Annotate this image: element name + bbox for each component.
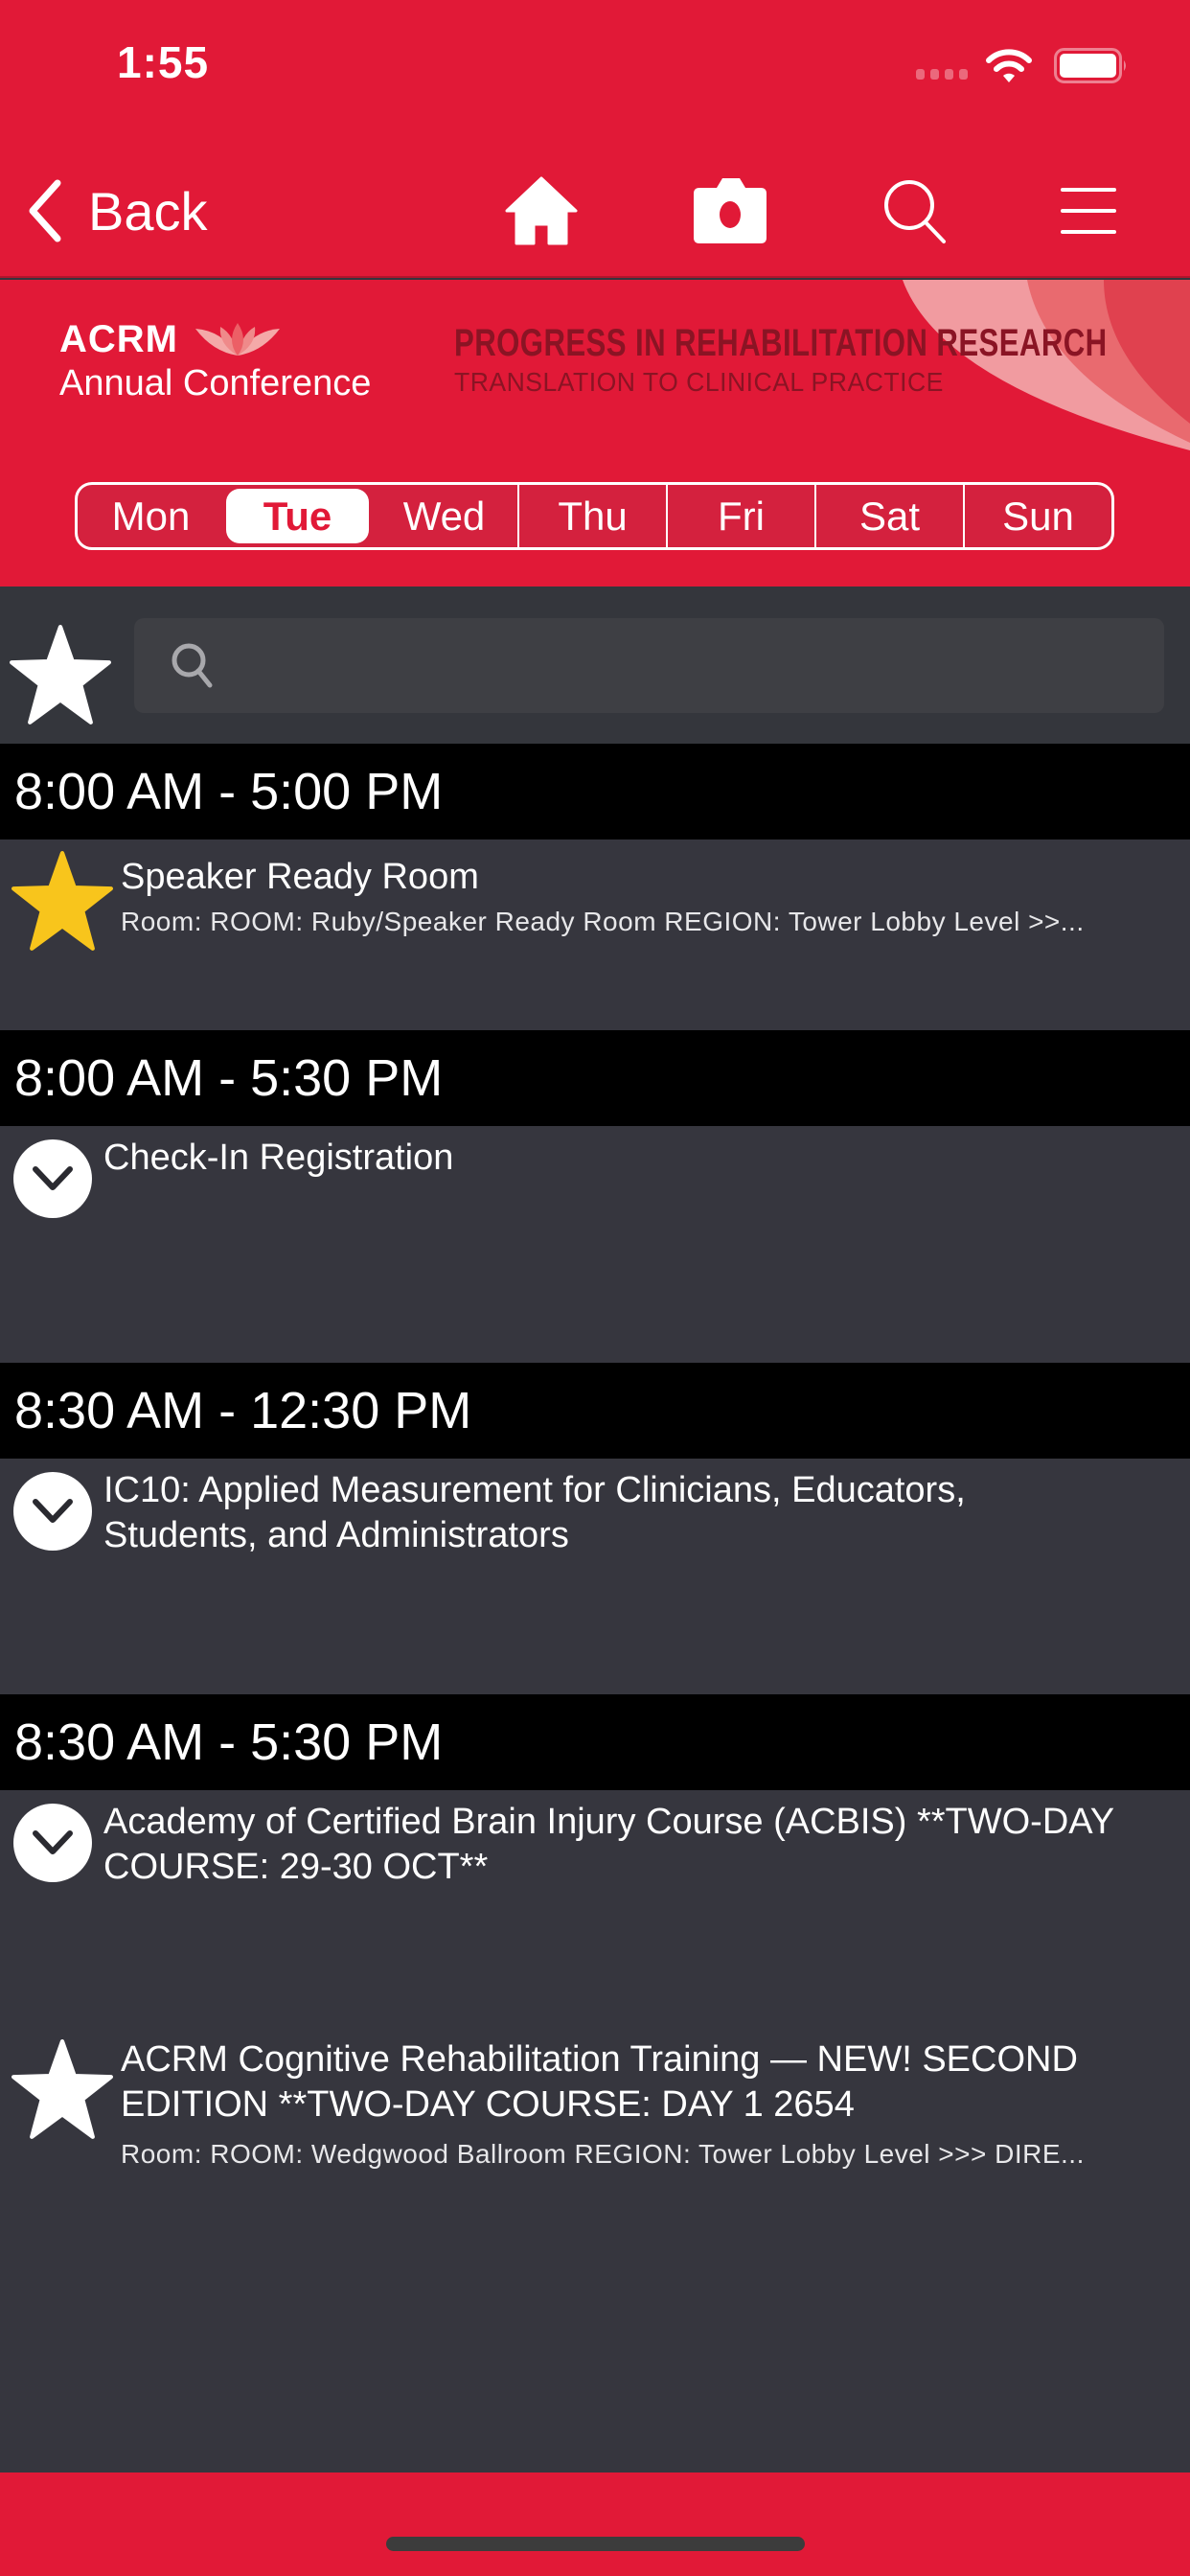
session-title: Check-In Registration xyxy=(103,1138,454,1178)
session-title: IC10: Applied Measurement for Clinicians… xyxy=(103,1470,966,1555)
day-tab-tue[interactable]: Tue xyxy=(224,485,371,547)
day-selector-area: Mon Tue Wed Thu Fri Sat Sun xyxy=(0,450,1190,586)
day-tab-sat[interactable]: Sat xyxy=(814,485,963,547)
search-icon xyxy=(884,180,946,243)
acrm-logo: ACRM Annual Conference xyxy=(59,318,371,404)
day-tab-mon[interactable]: Mon xyxy=(78,485,224,547)
expand-button[interactable] xyxy=(13,1472,92,1551)
session-title: ACRM Cognitive Rehabilitation Training —… xyxy=(121,2039,1078,2125)
filter-row xyxy=(0,586,1190,744)
search-icon xyxy=(172,643,213,688)
day-tab-thu[interactable]: Thu xyxy=(517,485,666,547)
day-selector: Mon Tue Wed Thu Fri Sat Sun xyxy=(75,482,1114,550)
star-outline-icon[interactable] xyxy=(11,2039,113,2141)
session-row[interactable]: Speaker Ready Room Room: ROOM: Ruby/Spea… xyxy=(0,840,1190,1030)
session-row[interactable]: ACRM Cognitive Rehabilitation Training —… xyxy=(0,2020,1190,2474)
chevron-down-icon xyxy=(33,1166,73,1190)
camera-icon xyxy=(694,178,767,243)
lotus-icon xyxy=(195,322,281,356)
home-indicator[interactable] xyxy=(386,2537,805,2551)
conference-tagline: PROGRESS IN REHABILITATION RESEARCH TRAN… xyxy=(454,322,1190,398)
time-header: 8:00 AM - 5:00 PM xyxy=(0,744,1190,840)
menu-button[interactable] xyxy=(1046,172,1133,249)
expand-button[interactable] xyxy=(13,1139,92,1218)
session-row[interactable]: IC10: Applied Measurement for Clinicians… xyxy=(0,1459,1190,1694)
nav-bar: Back xyxy=(0,144,1190,278)
back-label: Back xyxy=(88,180,208,242)
day-tab-fri[interactable]: Fri xyxy=(666,485,814,547)
menu-icon xyxy=(1061,188,1116,234)
wifi-icon xyxy=(986,49,1032,82)
session-row[interactable]: Check-In Registration xyxy=(0,1126,1190,1363)
search-button[interactable] xyxy=(872,172,958,249)
home-icon xyxy=(505,176,578,245)
tagline-sub: TRANSLATION TO CLINICAL PRACTICE xyxy=(454,367,944,397)
acrm-wordmark: ACRM xyxy=(59,318,178,360)
star-icon[interactable] xyxy=(10,625,111,726)
session-row[interactable]: Academy of Certified Brain Injury Course… xyxy=(0,1790,1190,2020)
back-button[interactable]: Back xyxy=(25,172,208,249)
time-header: 8:00 AM - 5:30 PM xyxy=(0,1030,1190,1126)
camera-button[interactable] xyxy=(687,172,773,249)
chevron-down-icon xyxy=(33,1830,73,1854)
schedule-list: 8:00 AM - 5:00 PM Speaker Ready Room Roo… xyxy=(0,744,1190,2474)
day-tab-wed[interactable]: Wed xyxy=(371,485,517,547)
star-filled-icon[interactable] xyxy=(11,851,113,953)
battery-full-icon xyxy=(1054,48,1126,83)
status-time: 1:55 xyxy=(117,37,210,87)
chevron-down-icon xyxy=(33,1499,73,1523)
day-tab-sun[interactable]: Sun xyxy=(963,485,1111,547)
tagline-main: PROGRESS IN REHABILITATION RESEARCH xyxy=(454,322,1108,364)
time-header: 8:30 AM - 12:30 PM xyxy=(0,1363,1190,1459)
conference-banner: ACRM Annual Conference PROGRESS IN REHAB… xyxy=(0,280,1190,450)
search-field[interactable] xyxy=(134,618,1164,713)
session-title: Speaker Ready Room xyxy=(121,857,479,897)
session-meta: Room: ROOM: Ruby/Speaker Ready Room REGI… xyxy=(121,907,1085,936)
home-button[interactable] xyxy=(498,172,584,249)
time-header: 8:30 AM - 5:30 PM xyxy=(0,1694,1190,1790)
status-bar: 1:55 xyxy=(0,0,1190,144)
session-meta: Room: ROOM: Wedgwood Ballroom REGION: To… xyxy=(121,2139,1085,2169)
chevron-left-icon xyxy=(29,179,61,242)
cellular-signal-icon xyxy=(916,69,968,80)
search-input[interactable] xyxy=(240,618,1140,713)
acrm-subtitle: Annual Conference xyxy=(59,363,372,403)
session-title: Academy of Certified Brain Injury Course… xyxy=(103,1802,1114,1887)
expand-button[interactable] xyxy=(13,1804,92,1882)
bottom-bar xyxy=(0,2472,1190,2576)
